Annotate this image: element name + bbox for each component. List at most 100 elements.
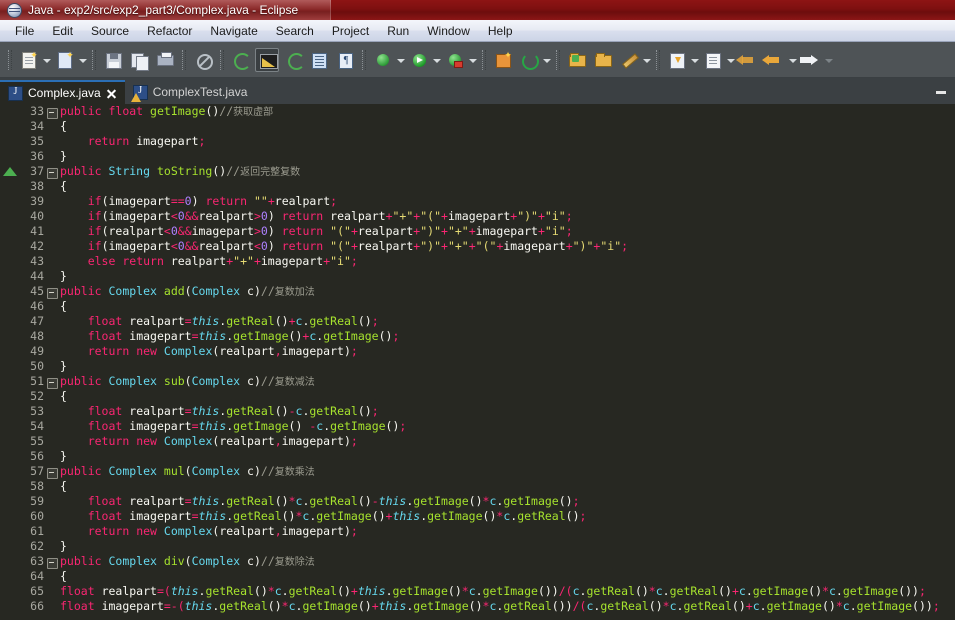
- code-line[interactable]: 56}: [0, 449, 955, 464]
- code-line[interactable]: 45 public Complex add(Complex c)//复数加法: [0, 284, 955, 299]
- open-folder-green-icon[interactable]: [565, 48, 589, 72]
- refresh-dropdown-icon[interactable]: [542, 48, 551, 72]
- task-list-icon[interactable]: [701, 48, 725, 72]
- line-number: 56: [30, 449, 44, 463]
- code-line[interactable]: 55 return new Complex(realpart,imagepart…: [0, 434, 955, 449]
- code-line[interactable]: 57 public Complex mul(Complex c)//复数乘法: [0, 464, 955, 479]
- task-list-dropdown-icon[interactable]: [726, 48, 735, 72]
- fold-marker[interactable]: [47, 378, 58, 389]
- code-line[interactable]: 49 return new Complex(realpart,imagepart…: [0, 344, 955, 359]
- new-java-class-dropdown-icon[interactable]: [78, 48, 87, 72]
- code-line[interactable]: 61 return new Complex(realpart,imagepart…: [0, 524, 955, 539]
- code-line[interactable]: 62}: [0, 539, 955, 554]
- fold-marker[interactable]: [47, 468, 58, 479]
- menu-item-project[interactable]: Project: [323, 22, 378, 40]
- java-file-warning-icon: [130, 84, 148, 102]
- code-line[interactable]: 33 public float getImage()//获取虚部: [0, 104, 955, 119]
- tab-complex-java[interactable]: Complex.java: [0, 80, 125, 104]
- code-line[interactable]: 51 public Complex sub(Complex c)//复数减法: [0, 374, 955, 389]
- close-icon[interactable]: [106, 88, 117, 99]
- new-wizard-dropdown-icon[interactable]: [42, 48, 51, 72]
- fold-marker[interactable]: [47, 288, 58, 299]
- menu-item-search[interactable]: Search: [267, 22, 323, 40]
- code-line[interactable]: 47 float realpart=this.getReal()+c.getRe…: [0, 314, 955, 329]
- save-all-icon[interactable]: [127, 48, 151, 72]
- menu-item-navigate[interactable]: Navigate: [201, 22, 266, 40]
- code-line[interactable]: 48 float imagepart=this.getImage()+c.get…: [0, 329, 955, 344]
- pilcrow-icon[interactable]: ¶: [333, 48, 357, 72]
- code-line[interactable]: 37 public String toString()//返回完整复数: [0, 164, 955, 179]
- download-dropdown-icon[interactable]: [690, 48, 699, 72]
- fold-marker[interactable]: [47, 168, 58, 179]
- code-line[interactable]: 43 else return realpart+"+"+imagepart+"i…: [0, 254, 955, 269]
- line-number: 38: [30, 179, 44, 193]
- code-line[interactable]: 63 public Complex div(Complex c)//复数除法: [0, 554, 955, 569]
- fold-marker[interactable]: [47, 558, 58, 569]
- code-line[interactable]: 65 float realpart=(this.getReal()*c.getRe…: [0, 584, 955, 599]
- back-icon[interactable]: [762, 48, 787, 72]
- edit-dropdown-icon[interactable]: [642, 48, 651, 72]
- line-number: 40: [30, 209, 44, 223]
- code-line[interactable]: 41 if(realpart<0&&imagepart>0) return "(…: [0, 224, 955, 239]
- menu-item-refactor[interactable]: Refactor: [138, 22, 201, 40]
- code-line[interactable]: 35 return imagepart;: [0, 134, 955, 149]
- code-line[interactable]: 52{: [0, 389, 955, 404]
- code-line[interactable]: 34{: [0, 119, 955, 134]
- code-line[interactable]: 44}: [0, 269, 955, 284]
- new-java-project-icon[interactable]: ✦: [491, 48, 515, 72]
- debug-dropdown-icon[interactable]: [396, 48, 405, 72]
- fold-marker[interactable]: [47, 108, 58, 119]
- menu-item-run[interactable]: Run: [378, 22, 418, 40]
- tab-complextest-java[interactable]: ComplexTest.java: [125, 80, 256, 104]
- code-line[interactable]: 46{: [0, 299, 955, 314]
- code-line[interactable]: 54 float imagepart=this.getImage() -c.ge…: [0, 419, 955, 434]
- eclipse-icon: [7, 2, 22, 18]
- run-dropdown-icon[interactable]: [432, 48, 441, 72]
- code-line[interactable]: 64{: [0, 569, 955, 584]
- code-line[interactable]: 38{: [0, 179, 955, 194]
- line-number: 64: [30, 569, 44, 583]
- menu-item-file[interactable]: File: [6, 22, 43, 40]
- open-task-icon[interactable]: [307, 48, 331, 72]
- code-editor[interactable]: 33 public float getImage()//获取虚部 34{ 35 r…: [0, 104, 955, 620]
- code-line[interactable]: 39 if(imagepart==0) return ""+realpart;: [0, 194, 955, 209]
- new-java-class-icon[interactable]: ✦: [53, 48, 77, 72]
- code-line[interactable]: 53 float realpart=this.getReal()-c.getRe…: [0, 404, 955, 419]
- toolbar-separator: [556, 49, 560, 70]
- menu-item-edit[interactable]: Edit: [43, 22, 82, 40]
- code-line[interactable]: 50}: [0, 359, 955, 374]
- code-line[interactable]: 36}: [0, 149, 955, 164]
- external-tools-dropdown-icon[interactable]: [468, 48, 477, 72]
- run-icon[interactable]: [407, 48, 431, 72]
- menu-item-source[interactable]: Source: [82, 22, 138, 40]
- code-line[interactable]: 66 float imagepart=-(this.getReal()*c.get…: [0, 599, 955, 614]
- menu-item-window[interactable]: Window: [418, 22, 479, 40]
- download-icon[interactable]: [665, 48, 689, 72]
- menu-item-help[interactable]: Help: [479, 22, 522, 40]
- line-number: 47: [30, 314, 44, 328]
- code-line[interactable]: 42 if(imagepart<0&&realpart<0) return "(…: [0, 239, 955, 254]
- next-annotation-icon[interactable]: [281, 48, 305, 72]
- edit-pencil-icon[interactable]: [617, 48, 641, 72]
- code-line[interactable]: 59 float realpart=this.getReal()*c.getRe…: [0, 494, 955, 509]
- run-external-tools-icon[interactable]: [443, 48, 467, 72]
- line-number: 65: [30, 584, 44, 598]
- line-number: 52: [30, 389, 44, 403]
- minimize-icon[interactable]: [933, 86, 949, 100]
- open-type-icon[interactable]: [229, 48, 253, 72]
- back-pale-icon[interactable]: [736, 48, 761, 72]
- toggle-breadcrumb-icon[interactable]: [191, 48, 215, 72]
- print-icon[interactable]: [153, 48, 177, 72]
- code-line[interactable]: 60 float imagepart=this.getReal()*c.getI…: [0, 509, 955, 524]
- new-wizard-icon[interactable]: ✦: [17, 48, 41, 72]
- refresh-icon[interactable]: [517, 48, 541, 72]
- debug-icon[interactable]: [371, 48, 395, 72]
- code-line[interactable]: 40 if(imagepart<0&&realpart>0) return re…: [0, 209, 955, 224]
- open-folder-icon[interactable]: [591, 48, 615, 72]
- code-line[interactable]: 58{: [0, 479, 955, 494]
- forward-icon[interactable]: [799, 48, 823, 72]
- forward-dropdown-icon[interactable]: [824, 48, 833, 72]
- save-icon[interactable]: [101, 48, 125, 72]
- back-dropdown-icon[interactable]: [788, 48, 797, 72]
- search-icon[interactable]: [255, 47, 279, 72]
